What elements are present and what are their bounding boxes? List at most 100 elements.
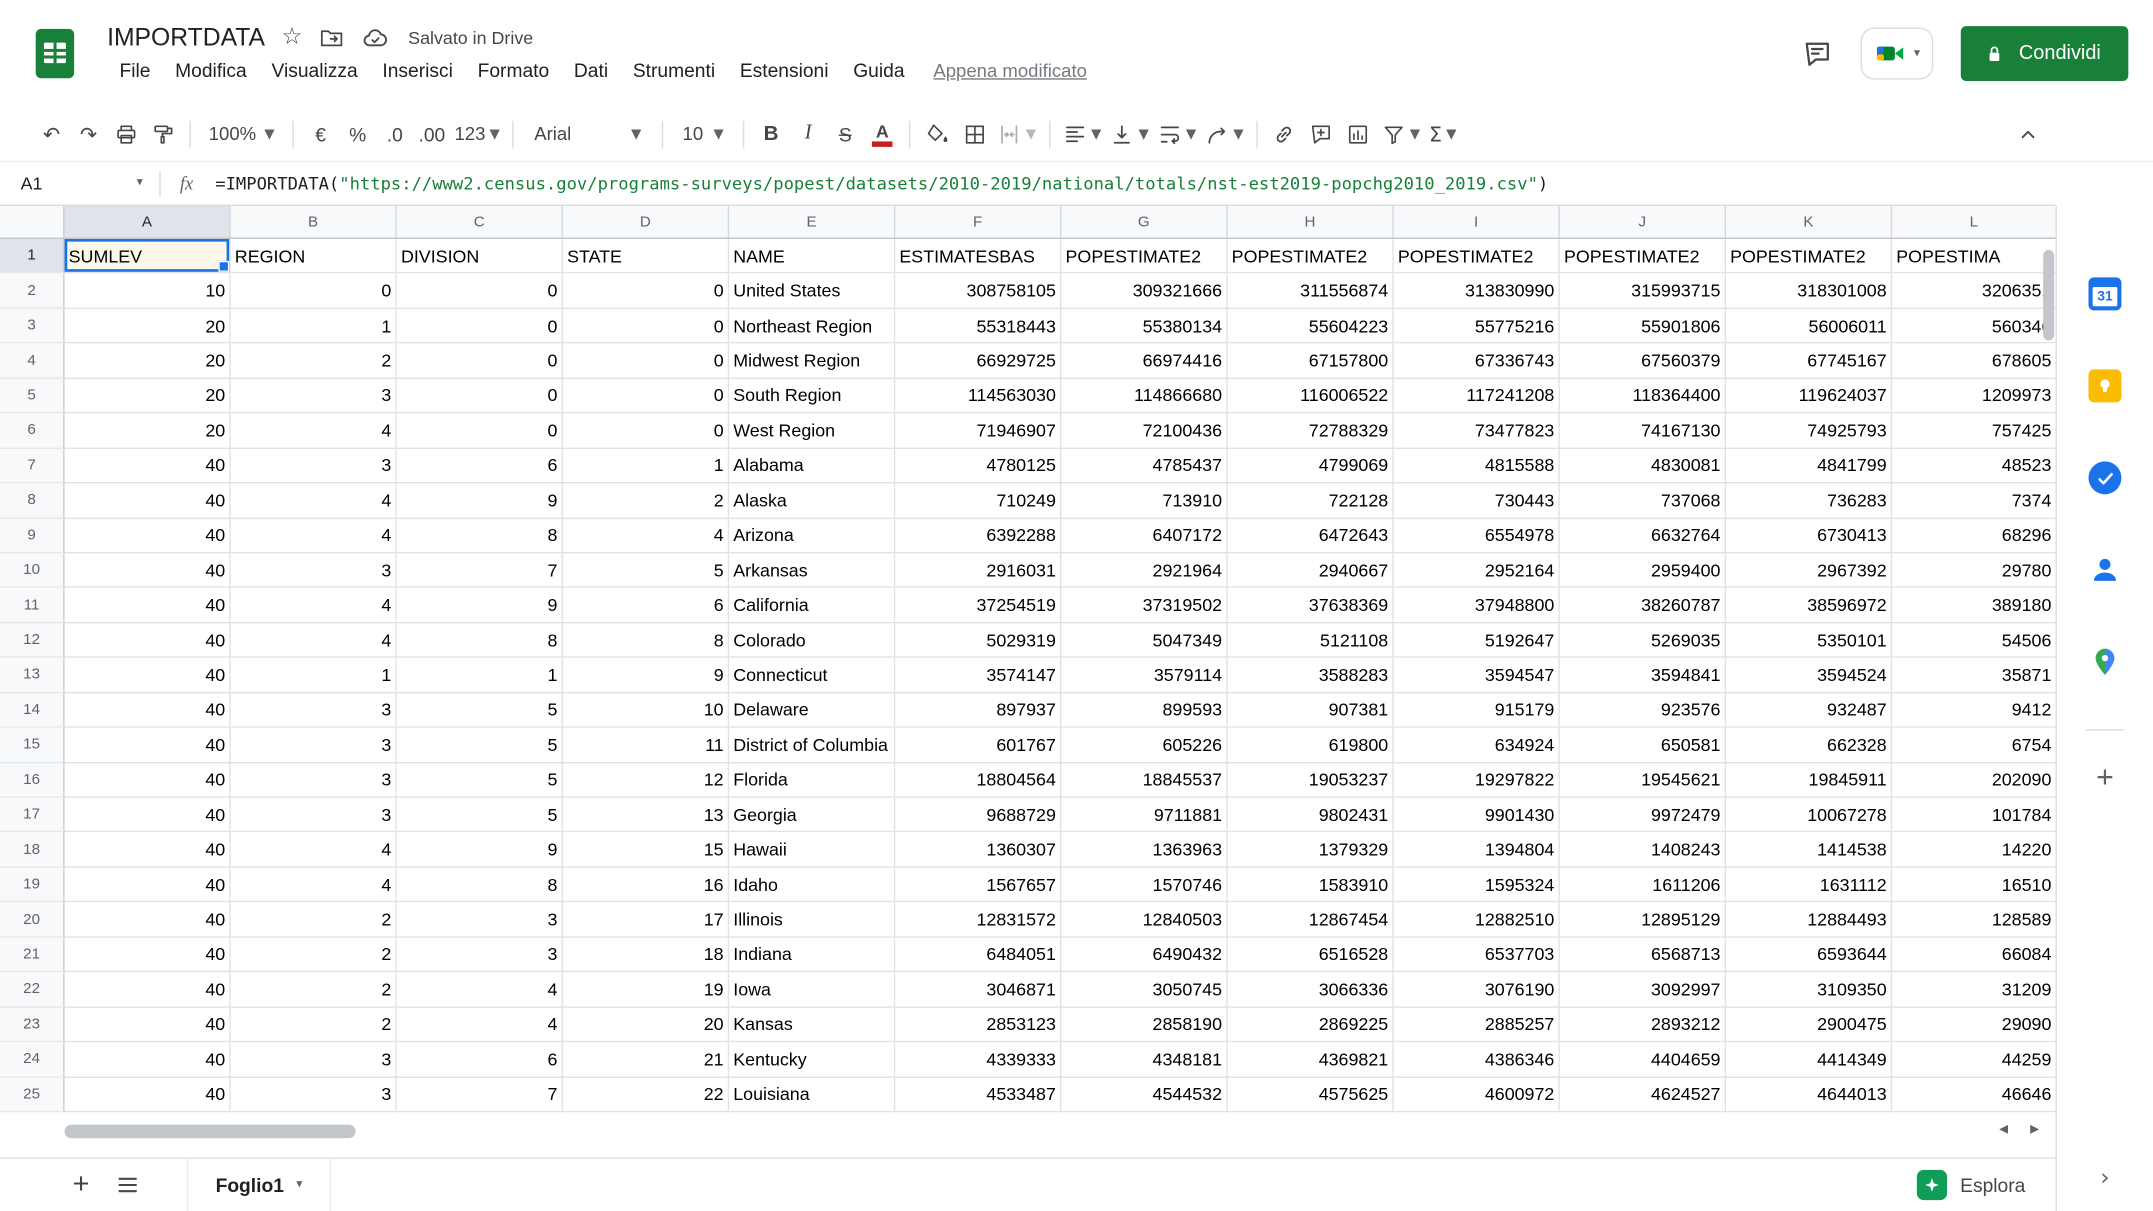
cell-I17[interactable]: 9901430 (1394, 798, 1560, 833)
cell-G2[interactable]: 309321666 (1061, 274, 1227, 309)
cell-D12[interactable]: 8 (563, 623, 729, 658)
cell-F17[interactable]: 9688729 (895, 798, 1061, 833)
cell-K4[interactable]: 67745167 (1726, 344, 1892, 379)
vertical-align-button[interactable]: ▾ (1106, 115, 1153, 153)
cell-L7[interactable]: 48523 (1892, 448, 2055, 483)
cloud-saved-icon[interactable] (361, 24, 388, 51)
cell-L23[interactable]: 29090 (1892, 1007, 2055, 1042)
cell-D5[interactable]: 0 (563, 379, 729, 414)
menu-inserisci[interactable]: Inserisci (370, 56, 465, 83)
strikethrough-button[interactable]: S (827, 115, 864, 153)
cell-E13[interactable]: Connecticut (729, 658, 895, 693)
cell-I11[interactable]: 37948800 (1394, 588, 1560, 623)
italic-button[interactable]: I (790, 115, 827, 153)
cell-H24[interactable]: 4369821 (1228, 1042, 1394, 1077)
cell-C3[interactable]: 0 (397, 309, 563, 344)
cell-D13[interactable]: 9 (563, 658, 729, 693)
cell-I24[interactable]: 4386346 (1394, 1042, 1560, 1077)
cell-B9[interactable]: 4 (231, 518, 397, 553)
cell-L1[interactable]: POPESTIMA (1892, 239, 2055, 274)
cell-E25[interactable]: Louisiana (729, 1077, 895, 1112)
cell-K24[interactable]: 4414349 (1726, 1042, 1892, 1077)
cell-B15[interactable]: 3 (231, 728, 397, 763)
cell-B11[interactable]: 4 (231, 588, 397, 623)
cell-D21[interactable]: 18 (563, 937, 729, 972)
cell-J16[interactable]: 19545621 (1560, 763, 1726, 798)
more-formats-button[interactable]: 123 ▾ (450, 115, 504, 153)
cell-I20[interactable]: 12882510 (1394, 903, 1560, 938)
cell-I19[interactable]: 1595324 (1394, 868, 1560, 903)
get-add-ons-button[interactable]: + (2078, 750, 2133, 805)
cell-I6[interactable]: 73477823 (1394, 414, 1560, 449)
cell-D24[interactable]: 21 (563, 1042, 729, 1077)
cell-F20[interactable]: 12831572 (895, 903, 1061, 938)
cell-F13[interactable]: 3574147 (895, 658, 1061, 693)
cell-F23[interactable]: 2853123 (895, 1007, 1061, 1042)
cell-J20[interactable]: 12895129 (1560, 903, 1726, 938)
cell-C20[interactable]: 3 (397, 903, 563, 938)
row-header-19[interactable]: 19 (0, 868, 65, 903)
cell-J10[interactable]: 2959400 (1560, 553, 1726, 588)
cell-F4[interactable]: 66929725 (895, 344, 1061, 379)
cell-E11[interactable]: California (729, 588, 895, 623)
cell-G17[interactable]: 9711881 (1061, 798, 1227, 833)
cell-E9[interactable]: Arizona (729, 518, 895, 553)
cell-D1[interactable]: STATE (563, 239, 729, 274)
cell-J6[interactable]: 74167130 (1560, 414, 1726, 449)
borders-button[interactable] (956, 115, 993, 153)
hide-menus-button[interactable] (2009, 115, 2046, 153)
cell-C19[interactable]: 8 (397, 868, 563, 903)
cell-F19[interactable]: 1567657 (895, 868, 1061, 903)
cell-L4[interactable]: 678605 (1892, 344, 2055, 379)
cell-H19[interactable]: 1583910 (1228, 868, 1394, 903)
cell-I21[interactable]: 6537703 (1394, 937, 1560, 972)
cell-H12[interactable]: 5121108 (1228, 623, 1394, 658)
sheets-logo-icon[interactable] (27, 26, 82, 81)
formula-input[interactable]: =IMPORTDATA("https://www2.census.gov/pro… (215, 173, 2055, 194)
cell-L15[interactable]: 6754 (1892, 728, 2055, 763)
cell-B22[interactable]: 2 (231, 972, 397, 1007)
cell-A5[interactable]: 20 (65, 379, 231, 414)
cell-A1[interactable]: SUMLEV (65, 239, 231, 274)
cell-D4[interactable]: 0 (563, 344, 729, 379)
cell-D17[interactable]: 13 (563, 798, 729, 833)
cell-B23[interactable]: 2 (231, 1007, 397, 1042)
cell-G11[interactable]: 37319502 (1061, 588, 1227, 623)
cell-I8[interactable]: 730443 (1394, 483, 1560, 518)
cell-F5[interactable]: 114563030 (895, 379, 1061, 414)
cell-B21[interactable]: 2 (231, 937, 397, 972)
star-icon[interactable]: ☆ (282, 26, 303, 49)
cell-D8[interactable]: 2 (563, 483, 729, 518)
cell-L18[interactable]: 14220 (1892, 833, 2055, 868)
cell-C17[interactable]: 5 (397, 798, 563, 833)
cell-E4[interactable]: Midwest Region (729, 344, 895, 379)
cell-D7[interactable]: 1 (563, 448, 729, 483)
row-header-13[interactable]: 13 (0, 658, 65, 693)
cell-A16[interactable]: 40 (65, 763, 231, 798)
column-header-E[interactable]: E (729, 206, 895, 238)
cell-C2[interactable]: 0 (397, 274, 563, 309)
cell-L6[interactable]: 757425 (1892, 414, 2055, 449)
cell-A8[interactable]: 40 (65, 483, 231, 518)
cell-A4[interactable]: 20 (65, 344, 231, 379)
paint-format-button[interactable] (144, 115, 181, 153)
cell-E3[interactable]: Northeast Region (729, 309, 895, 344)
column-header-F[interactable]: F (895, 206, 1061, 238)
menu-modifica[interactable]: Modifica (163, 56, 259, 83)
cell-C6[interactable]: 0 (397, 414, 563, 449)
cell-C23[interactable]: 4 (397, 1007, 563, 1042)
row-header-3[interactable]: 3 (0, 309, 65, 344)
cell-D11[interactable]: 6 (563, 588, 729, 623)
cell-D25[interactable]: 22 (563, 1077, 729, 1112)
cell-B25[interactable]: 3 (231, 1077, 397, 1112)
row-header-14[interactable]: 14 (0, 693, 65, 728)
cell-A24[interactable]: 40 (65, 1042, 231, 1077)
cell-A7[interactable]: 40 (65, 448, 231, 483)
column-header-C[interactable]: C (397, 206, 563, 238)
cell-K3[interactable]: 56006011 (1726, 309, 1892, 344)
cell-J18[interactable]: 1408243 (1560, 833, 1726, 868)
cell-G15[interactable]: 605226 (1061, 728, 1227, 763)
cell-J11[interactable]: 38260787 (1560, 588, 1726, 623)
format-currency-button[interactable]: € (302, 115, 339, 153)
cell-L24[interactable]: 44259 (1892, 1042, 2055, 1077)
